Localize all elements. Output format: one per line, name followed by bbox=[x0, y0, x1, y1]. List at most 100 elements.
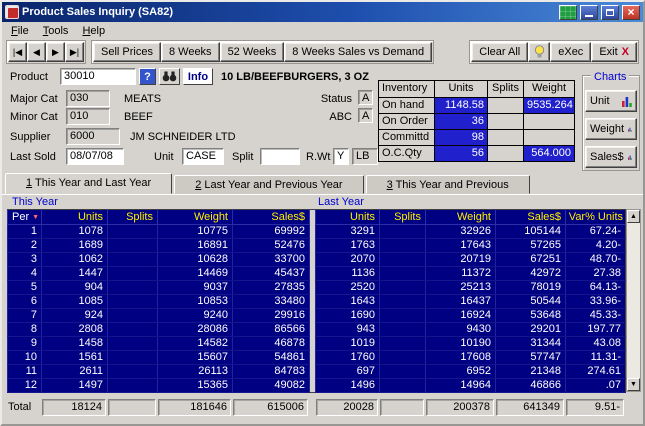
table-row[interactable]: 6 1085 10853 33480 1643 16437 50544 33.9… bbox=[7, 294, 626, 309]
sell-prices-button[interactable]: Sell Prices bbox=[93, 42, 161, 62]
action-button-group: Clear All eXec Exit X bbox=[469, 40, 639, 64]
scrollbar-track[interactable] bbox=[627, 223, 640, 378]
table-row[interactable]: 5 904 9037 27835 2520 25213 78019 64.13- bbox=[7, 280, 626, 295]
cell-ty-units: 1085 bbox=[41, 294, 108, 309]
ly-weight-header[interactable]: Weight bbox=[425, 209, 496, 225]
clear-all-button[interactable]: Clear All bbox=[471, 42, 529, 62]
rwt-field[interactable]: Y bbox=[333, 148, 349, 165]
table-row[interactable]: 7 924 9240 29916 1690 16924 53648 45.33- bbox=[7, 308, 626, 323]
cell-period: 1 bbox=[7, 224, 42, 239]
product-input[interactable]: 30010 bbox=[60, 68, 136, 85]
minor-cat-description: BEEF bbox=[124, 111, 153, 123]
table-row[interactable]: 12 1497 15365 49082 1496 14964 46866 .07 bbox=[7, 378, 626, 393]
close-icon: × bbox=[627, 5, 635, 19]
info-button[interactable]: Info bbox=[183, 68, 213, 85]
inventory-units-value: 1148.58 bbox=[434, 98, 487, 113]
menu-file[interactable]: File bbox=[4, 24, 36, 38]
inventory-splits-value bbox=[487, 98, 523, 113]
split-field[interactable] bbox=[260, 148, 300, 165]
total-ly-units: 20028 bbox=[316, 398, 378, 416]
rwt-uom-field: LB bbox=[352, 148, 378, 165]
tab-this-year-last-year[interactable]: 1 This Year and Last Year bbox=[5, 173, 173, 194]
scroll-down-button[interactable]: ▼ bbox=[627, 378, 640, 391]
unit-field[interactable]: CASE bbox=[182, 148, 224, 165]
nav-prev-button[interactable]: ◀ bbox=[27, 42, 46, 62]
minimize-button[interactable] bbox=[580, 4, 598, 20]
var-units-header[interactable]: Var% Units bbox=[565, 209, 626, 225]
ty-splits-header[interactable]: Splits bbox=[107, 209, 158, 225]
close-button[interactable]: × bbox=[622, 4, 640, 20]
table-row[interactable]: 9 1458 14582 46878 1019 10190 31344 43.0… bbox=[7, 336, 626, 351]
status-field: A bbox=[358, 90, 373, 105]
total-ty-weight: 181646 bbox=[158, 398, 231, 416]
cell-period: 2 bbox=[7, 238, 42, 253]
table-row[interactable]: 8 2808 28086 86566 943 9430 29201 197.77 bbox=[7, 322, 626, 337]
window-title: Product Sales Inquiry (SA82) bbox=[22, 6, 173, 18]
nav-first-button[interactable]: |◀ bbox=[8, 42, 27, 62]
tab-this-year-previous[interactable]: 3 This Year and Previous bbox=[365, 175, 530, 194]
cell-ty-weight: 9240 bbox=[157, 308, 233, 323]
ty-sales-header[interactable]: Sales$ bbox=[232, 209, 310, 225]
question-icon: ? bbox=[144, 70, 151, 83]
cell-ty-weight: 14582 bbox=[157, 336, 233, 351]
cell-ly-sales: 29201 bbox=[495, 322, 566, 337]
minor-cat-field[interactable]: 010 bbox=[66, 108, 110, 125]
supplier-description: JM SCHNEIDER LTD bbox=[130, 131, 236, 143]
calculator-button[interactable] bbox=[559, 4, 577, 20]
help-button[interactable]: ? bbox=[139, 68, 156, 85]
cell-ly-units: 1643 bbox=[315, 294, 380, 309]
cell-var-units: 27.38 bbox=[565, 266, 626, 281]
chart-unit-button[interactable]: Unit bbox=[585, 90, 637, 112]
sales-vs-demand-button[interactable]: 8 Weeks Sales vs Demand bbox=[284, 42, 433, 62]
menu-help[interactable]: Help bbox=[75, 24, 112, 38]
supplier-field[interactable]: 6000 bbox=[66, 128, 120, 145]
maximize-button[interactable] bbox=[601, 4, 619, 20]
nav-last-button[interactable]: ▶| bbox=[65, 42, 84, 62]
ty-weight-header[interactable]: Weight bbox=[157, 209, 233, 225]
total-ty-sales: 615006 bbox=[233, 398, 308, 416]
ty-units-header[interactable]: Units bbox=[41, 209, 108, 225]
table-row[interactable]: 2 1689 16891 52476 1763 17643 57265 4.20… bbox=[7, 238, 626, 253]
vertical-scrollbar[interactable]: ▲ ▼ bbox=[626, 209, 641, 392]
ly-units-header[interactable]: Units bbox=[315, 209, 380, 225]
chart-unit-label: Unit bbox=[590, 95, 610, 107]
unit-label: Unit bbox=[154, 151, 174, 163]
cell-ty-sales: 69992 bbox=[232, 224, 310, 239]
table-row[interactable]: 11 2611 26113 84783 697 6952 21348 274.6… bbox=[7, 364, 626, 379]
exit-button[interactable]: Exit X bbox=[591, 42, 637, 62]
cell-ty-splits bbox=[107, 336, 158, 351]
cell-ly-weight: 6952 bbox=[425, 364, 496, 379]
bar-chart-icon bbox=[627, 155, 632, 160]
menu-tools[interactable]: Tools bbox=[36, 24, 76, 38]
major-cat-field[interactable]: 030 bbox=[66, 90, 110, 107]
scroll-up-button[interactable]: ▲ bbox=[627, 210, 640, 223]
nav-next-button[interactable]: ▶ bbox=[46, 42, 65, 62]
cell-ty-sales: 46878 bbox=[232, 336, 310, 351]
table-row[interactable]: 10 1561 15607 54861 1760 17608 57747 11.… bbox=[7, 350, 626, 365]
ly-splits-header[interactable]: Splits bbox=[379, 209, 426, 225]
table-row[interactable]: 1 1078 10775 69992 3291 32926 105144 67.… bbox=[7, 224, 626, 239]
chart-sales-button[interactable]: Sales$ bbox=[585, 146, 637, 168]
table-row[interactable]: 3 1062 10628 33700 2070 20719 67251 48.7… bbox=[7, 252, 626, 267]
eight-weeks-button[interactable]: 8 Weeks bbox=[160, 42, 220, 62]
exit-x-icon: X bbox=[621, 46, 629, 58]
app-icon bbox=[5, 5, 19, 19]
table-row[interactable]: 4 1447 14469 45437 1136 11372 42972 27.3… bbox=[7, 266, 626, 281]
total-var-units: 9.51- bbox=[566, 398, 624, 416]
cell-ty-splits bbox=[107, 308, 158, 323]
per-column-header[interactable]: Per ▼ bbox=[7, 209, 42, 225]
cell-ty-weight: 10853 bbox=[157, 294, 233, 309]
cell-ty-sales: 84783 bbox=[232, 364, 310, 379]
search-button[interactable] bbox=[159, 68, 180, 85]
tab-last-year-previous-year[interactable]: 2 Last Year and Previous Year bbox=[174, 175, 364, 194]
last-sold-field[interactable]: 08/07/08 bbox=[66, 148, 124, 165]
fifty-two-weeks-button[interactable]: 52 Weeks bbox=[219, 42, 285, 62]
tabstrip: 1 This Year and Last Year 2 Last Year an… bbox=[2, 173, 643, 194]
inventory-row: O.C.Qty 56 564.000 bbox=[379, 145, 574, 161]
ly-sales-header[interactable]: Sales$ bbox=[495, 209, 566, 225]
sales-table: Per ▼ Units Splits Weight Sales$ Units Sp… bbox=[7, 209, 626, 393]
exec-button[interactable]: eXec bbox=[550, 42, 592, 62]
titlebar[interactable]: Product Sales Inquiry (SA82) × bbox=[2, 2, 643, 22]
hint-button[interactable] bbox=[528, 42, 551, 62]
chart-weight-button[interactable]: Weight bbox=[585, 118, 637, 140]
